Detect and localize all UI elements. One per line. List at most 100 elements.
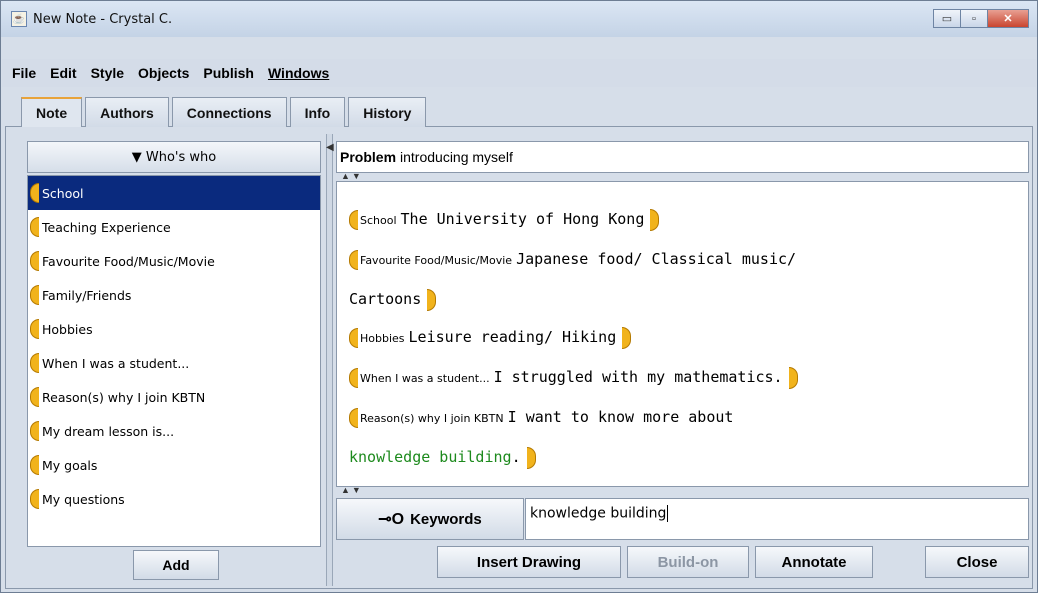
action-button-row: Insert Drawing Build-on Annotate Close [1,546,1038,580]
scaffold-item-label: When I was a student... [42,355,190,371]
scaffold-bracket-icon [349,367,358,388]
close-button[interactable]: Close [925,546,1029,578]
menu-bar: File Edit Style Objects Publish Windows [2,59,1036,87]
scaffold-item-label: My goals [42,457,98,473]
title-bar: ☕ New Note - Crystal C. ▭ ▫ ✕ [1,1,1037,37]
scaffold-list: School Teaching Experience Favourite Foo… [27,175,321,547]
maximize-button[interactable]: ▫ [960,9,988,28]
tab-authors[interactable]: Authors [85,97,169,127]
note-text: . [511,448,521,466]
scaffold-item-label: Reason(s) why I join KBTN [42,389,206,405]
scaffold-item-label: Family/Friends [42,287,132,303]
support-label-favourite: Favourite Food/Music/Movie [360,254,513,267]
scaffold-bracket-icon [349,209,358,230]
scaffold-bracket-icon [349,249,358,270]
keywords-label: Keywords [410,510,482,528]
menu-style[interactable]: Style [91,65,124,81]
build-on-button[interactable]: Build-on [627,546,749,578]
support-label-school: School [360,214,397,227]
problem-field[interactable]: Problem introducing myself [336,141,1029,173]
divider-arrows-icon[interactable]: ▲▼ [341,171,363,181]
note-line: When I was a student... I struggled with … [349,358,1016,398]
scaffold-item-family-friends[interactable]: Family/Friends [28,278,320,312]
problem-value: introducing myself [400,149,513,165]
scaffold-item-label: My dream lesson is... [42,423,175,439]
scaffold-item-school[interactable]: School [28,176,320,210]
scaffold-item-label: Hobbies [42,321,93,337]
menu-edit[interactable]: Edit [50,65,76,81]
scaffold-bracket-icon [30,319,39,339]
keywords-value: knowledge building [530,505,667,522]
scaffold-bracket-icon [30,251,39,271]
window-controls: ▭ ▫ ✕ [933,9,1029,28]
problem-label: Problem [340,149,397,165]
note-text: Leisure reading/ Hiking [408,328,617,346]
note-line: Favourite Food/Music/Movie Japanese food/… [349,240,1016,280]
scaffold-bracket-icon [349,407,358,428]
scaffold-item-teaching-experience[interactable]: Teaching Experience [28,210,320,244]
note-body-editor[interactable]: School The University of Hong Kong Favour… [336,181,1029,487]
keywords-input[interactable]: knowledge building [525,498,1029,540]
collapse-arrow-icon[interactable]: ◀ [326,142,334,153]
scaffold-bracket-icon [30,421,39,441]
insert-drawing-button[interactable]: Insert Drawing [437,546,621,578]
note-text: Japanese food/ Classical music/ [516,250,797,268]
note-line: School The University of Hong Kong [349,200,1016,240]
tab-history[interactable]: History [348,97,427,127]
scaffold-bracket-icon [30,217,39,237]
keywords-button[interactable]: ⊸O Keywords [336,498,524,540]
text-caret [667,505,669,522]
note-line: Hobbies Leisure reading/ Hiking [349,318,1016,358]
menu-file[interactable]: File [12,65,36,81]
scaffold-item-label: Favourite Food/Music/Movie [42,253,215,269]
scaffold-item-label: Teaching Experience [42,219,171,235]
java-app-icon: ☕ [11,11,27,27]
scaffold-item-favourite[interactable]: Favourite Food/Music/Movie [28,244,320,278]
menu-publish[interactable]: Publish [203,65,254,81]
menu-windows[interactable]: Windows [268,65,329,81]
scaffold-bracket-icon [30,285,39,305]
support-label-student: When I was a student... [360,372,490,385]
scaffold-bracket-close-icon [526,446,536,469]
scaffold-item-label: My questions [42,491,125,507]
scaffold-item-goals[interactable]: My goals [28,448,320,482]
scaffold-bracket-icon [30,455,39,475]
menu-objects[interactable]: Objects [138,65,189,81]
note-text: I struggled with my mathematics. [493,368,783,386]
scaffold-bracket-icon [30,387,39,407]
scaffold-bracket-icon [349,327,358,348]
note-line: knowledge building. [349,438,1016,476]
scaffold-item-label: School [42,185,84,201]
note-text: The University of Hong Kong [400,210,645,228]
window-title: New Note - Crystal C. [33,11,173,27]
scaffold-set-dropdown[interactable]: ▼ Who's who [27,141,321,173]
note-window: ☕ New Note - Crystal C. ▭ ▫ ✕ File Edit … [0,0,1038,593]
support-label-reasons: Reason(s) why I join KBTN [360,412,504,425]
tab-info[interactable]: Info [289,97,346,127]
scaffold-item-reasons[interactable]: Reason(s) why I join KBTN [28,380,320,414]
scaffold-bracket-close-icon [788,366,798,389]
scaffold-bracket-close-icon [650,208,660,231]
support-label-hobbies: Hobbies [360,332,405,345]
note-text: I want to know more about [507,408,734,426]
scaffold-bracket-close-icon [427,288,437,311]
scaffold-bracket-close-icon [622,326,632,349]
key-icon: ⊸O [378,511,405,528]
note-line: Cartoons [349,280,1016,318]
scaffold-item-dream-lesson[interactable]: My dream lesson is... [28,414,320,448]
scaffold-item-questions[interactable]: My questions [28,482,320,516]
tab-connections[interactable]: Connections [171,97,287,127]
tab-note[interactable]: Note [21,97,83,127]
tab-strip: Note Authors Connections Info History [21,97,429,127]
minimize-button[interactable]: ▭ [933,9,961,28]
scaffold-bracket-icon [30,353,39,373]
scaffold-item-hobbies[interactable]: Hobbies [28,312,320,346]
scaffold-bracket-icon [30,183,39,203]
scaffold-bracket-icon [30,489,39,509]
divider-arrows-icon[interactable]: ▲▼ [341,485,363,495]
scaffold-item-student[interactable]: When I was a student... [28,346,320,380]
panel-splitter[interactable] [326,134,333,586]
keyword-highlight: knowledge building [349,448,512,466]
annotate-button[interactable]: Annotate [755,546,873,578]
close-window-button[interactable]: ✕ [987,9,1029,28]
